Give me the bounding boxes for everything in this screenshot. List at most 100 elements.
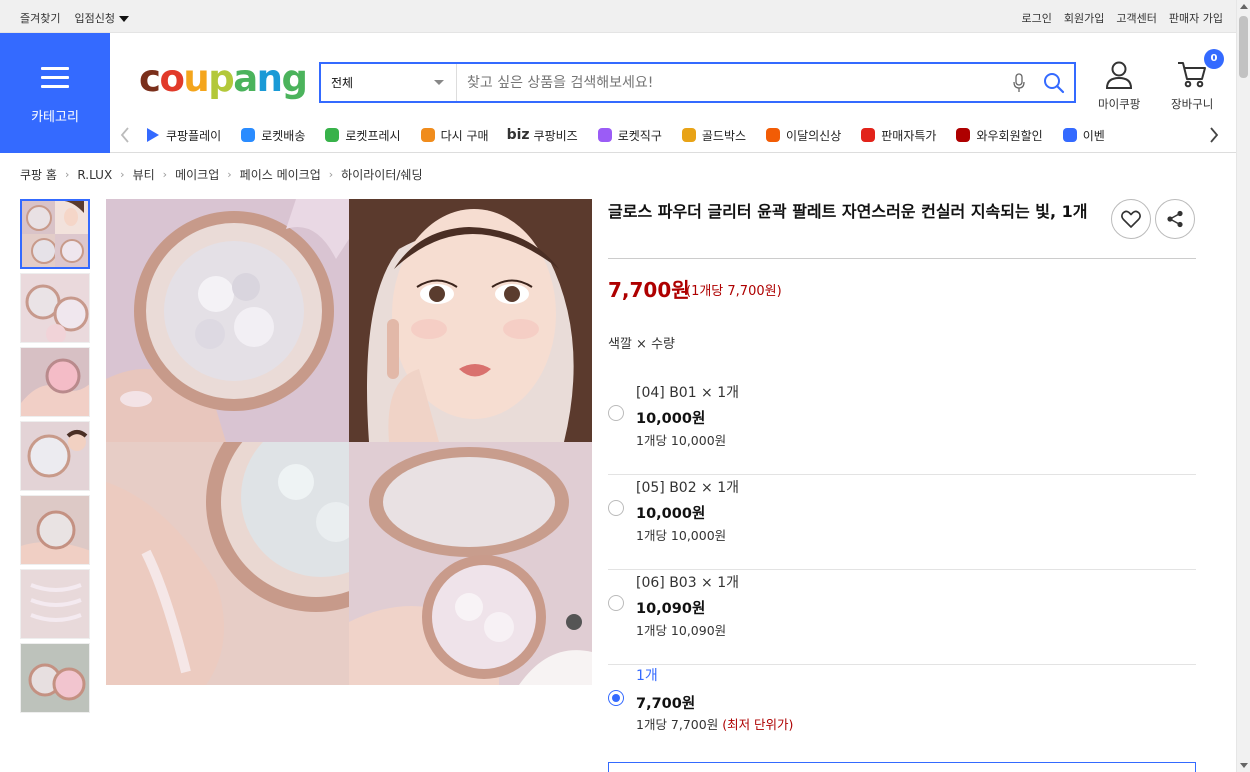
nav-item-goldbox[interactable]: 골드박스	[680, 126, 746, 144]
option-name: [05] B02 × 1개	[636, 480, 740, 496]
logo-letter: a	[233, 57, 258, 100]
option-item[interactable]: [05] B02 × 1개 10,000원 1개당 10,000원	[608, 475, 1196, 570]
search-bar: 전체	[319, 62, 1076, 103]
cart-count-badge: 0	[1204, 49, 1224, 69]
product-title: 글로스 파우더 글리터 윤곽 팔레트 자연스러운 컨실러 지속되는 빛, 1개	[608, 202, 1088, 221]
mycoupang-button[interactable]: 마이쿠팡	[1098, 59, 1140, 112]
goldbox-icon	[680, 126, 698, 144]
nav-item-event[interactable]: 이벤	[1061, 126, 1105, 144]
nav-item-biz[interactable]: biz 쿠팡비즈	[507, 126, 578, 144]
thumbnail-image[interactable]	[20, 421, 90, 491]
option-radio[interactable]	[608, 595, 624, 611]
customer-center-link[interactable]: 고객센터	[1116, 10, 1156, 26]
new-icon	[764, 126, 782, 144]
thumbnail-image[interactable]	[20, 569, 90, 639]
page-scrollbar[interactable]	[1236, 0, 1250, 772]
chevron-right-icon: ›	[328, 168, 334, 181]
nav-item-rocket-fresh[interactable]: 로켓프레시	[323, 126, 401, 144]
heart-icon	[1121, 210, 1141, 228]
option-item[interactable]: [04] B01 × 1개 10,000원 1개당 10,000원	[608, 380, 1196, 475]
thumbnail-image[interactable]	[20, 643, 90, 713]
nav-item-label: 이벤	[1082, 128, 1105, 143]
nav-item-wow[interactable]: 와우회원할인	[954, 126, 1043, 144]
top-utility-bar: 즐겨찾기 입점신청 로그인 회원가입 고객센터 판매자 가입	[0, 0, 1236, 33]
thumbnail-image[interactable]	[20, 495, 90, 565]
nav-item-label: 판매자특가	[881, 128, 937, 143]
option-radio-selected[interactable]	[608, 690, 624, 706]
nav-item-new[interactable]: 이달의신상	[764, 126, 841, 144]
option-item-selected[interactable]: 1개 7,700원 1개당 7,700원 (최저 단위가)	[608, 665, 1196, 760]
nav-item-rocket-global[interactable]: 로켓직구	[596, 126, 662, 144]
option-price: 7,700원	[636, 696, 696, 712]
option-price: 10,090원	[636, 601, 706, 617]
play-icon	[144, 126, 162, 144]
chevron-down-icon	[434, 80, 444, 85]
breadcrumb-link[interactable]: 메이크업	[175, 166, 219, 183]
mycoupang-label: 마이쿠팡	[1098, 97, 1141, 111]
quantity-box[interactable]	[608, 762, 1196, 772]
thumbnail-image[interactable]	[20, 347, 90, 417]
thumbnail-image[interactable]	[20, 199, 90, 269]
store-apply-label: 입점신청	[74, 12, 115, 25]
chevron-right-icon: ›	[120, 168, 125, 181]
breadcrumb-link[interactable]: 페이스 메이크업	[240, 166, 321, 183]
search-icon[interactable]	[1034, 72, 1074, 94]
category-menu-button[interactable]: 카테고리	[0, 33, 110, 153]
nav-items: 쿠팡플레이 로켓배송 로켓프레시 다시 구매 biz 쿠팡비즈 로켓직구 골드박스 이달의신상 판…	[144, 126, 1188, 144]
search-category-select[interactable]: 전체	[321, 64, 457, 101]
share-icon	[1167, 210, 1183, 228]
product-photo-model-face	[349, 199, 592, 442]
signup-link[interactable]: 회원가입	[1064, 10, 1104, 26]
logo-letter: g	[281, 57, 309, 100]
wow-icon	[954, 126, 972, 144]
logo-letter: u	[183, 57, 209, 100]
nav-item-label: 골드박스	[701, 128, 747, 143]
option-item[interactable]: [06] B03 × 1개 10,090원 1개당 10,090원	[608, 570, 1196, 665]
option-unit-price: 1개당 7,700원 (최저 단위가)	[636, 714, 793, 733]
nav-item-label: 로켓직구	[617, 128, 662, 143]
breadcrumb-link[interactable]: 뷰티	[133, 166, 155, 183]
nav-item-seller-deal[interactable]: 판매자특가	[859, 126, 936, 144]
lowest-unit-price-badge: (최저 단위가)	[722, 717, 794, 732]
nav-item-rebuy[interactable]: 다시 구매	[419, 126, 489, 144]
scroll-up-arrow-icon[interactable]	[1240, 4, 1248, 9]
login-link[interactable]: 로그인	[1022, 10, 1052, 26]
scroll-down-arrow-icon[interactable]	[1240, 763, 1248, 768]
main-product-image[interactable]	[106, 199, 592, 685]
store-apply-link[interactable]: 입점신청	[74, 10, 129, 26]
nav-item-rocket[interactable]: 로켓배송	[239, 126, 305, 144]
rocket-icon	[239, 126, 257, 144]
option-radio[interactable]	[608, 500, 624, 516]
wishlist-button[interactable]	[1111, 199, 1151, 239]
nav-item-label: 로켓프레시	[345, 128, 401, 143]
logo-letter: c	[139, 57, 161, 100]
nav-item-label: 쿠팡비즈	[533, 128, 578, 143]
chevron-right-icon: ›	[162, 168, 168, 181]
favorites-link[interactable]: 즐겨찾기	[20, 10, 60, 26]
chevron-right-icon: ›	[227, 168, 232, 181]
scroll-thumb[interactable]	[1239, 16, 1248, 78]
option-price: 10,000원	[636, 506, 706, 522]
option-heading: 색깔 × 수량	[608, 337, 675, 352]
biz-icon: biz	[506, 127, 530, 143]
option-name: [06] B03 × 1개	[636, 575, 740, 591]
coupang-logo[interactable]: coupang	[139, 57, 309, 100]
share-button[interactable]	[1155, 199, 1195, 239]
nav-item-play[interactable]: 쿠팡플레이	[144, 126, 221, 144]
nav-next-arrow-icon[interactable]	[1209, 127, 1219, 146]
search-category-value: 전체	[331, 76, 354, 90]
nav-prev-arrow-icon[interactable]	[120, 127, 130, 146]
nav-item-label: 이달의신상	[786, 128, 842, 143]
option-price: 10,000원	[636, 411, 706, 427]
seller-signup-link[interactable]: 판매자 가입	[1169, 10, 1223, 26]
thumbnail-image[interactable]	[20, 273, 90, 343]
product-photo-swatch	[106, 442, 349, 685]
microphone-icon[interactable]	[1004, 72, 1034, 93]
breadcrumb-link[interactable]: R.LUX	[77, 168, 112, 182]
breadcrumb-link[interactable]: 하이라이터/쉐딩	[341, 166, 422, 183]
breadcrumb-link[interactable]: 쿠팡 홈	[20, 166, 57, 183]
option-radio[interactable]	[608, 405, 624, 421]
option-unit-price: 1개당 10,000원	[636, 433, 727, 448]
search-input[interactable]	[457, 64, 1004, 101]
rocket-global-icon	[596, 126, 614, 144]
